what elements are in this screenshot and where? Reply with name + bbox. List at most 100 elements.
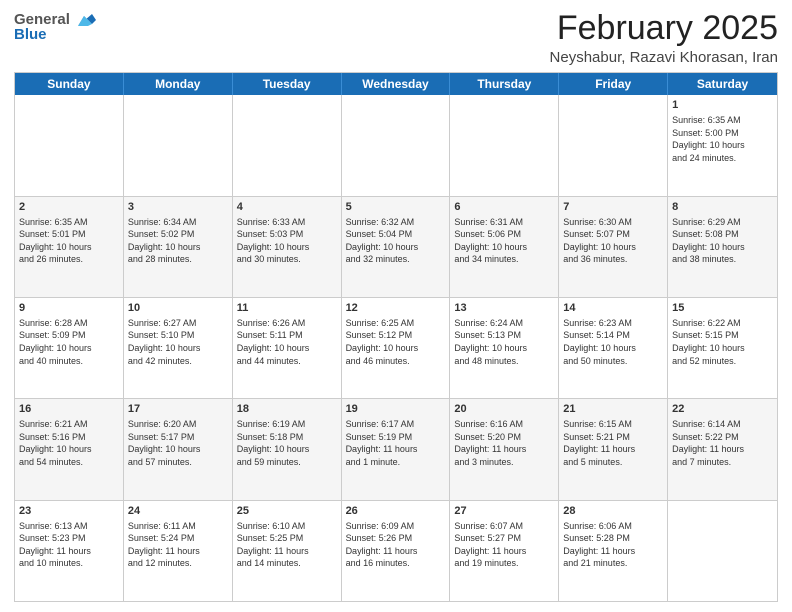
cell-info: Sunrise: 6:17 AM Sunset: 5:19 PM Dayligh…	[346, 419, 418, 467]
day-number: 3	[128, 200, 228, 215]
day-number: 2	[19, 200, 119, 215]
cal-cell-w3-d1: 17 Sunrise: 6:20 AM Sunset: 5:17 PM Dayli…	[124, 399, 233, 499]
calendar: SundayMondayTuesdayWednesdayThursdayFrid…	[14, 72, 778, 602]
cal-cell-w1-d6: 8Sunrise: 6:29 AM Sunset: 5:08 PM Daylig…	[668, 197, 777, 297]
logo-general: General	[14, 11, 70, 28]
cell-info: Sunrise: 6:10 AM Sunset: 5:25 PM Dayligh…	[237, 521, 309, 569]
logo: General Blue	[14, 10, 96, 44]
cal-cell-w4-d6	[668, 501, 777, 601]
day-number: 4	[237, 200, 337, 215]
cal-cell-w4-d2: 25 Sunrise: 6:10 AM Sunset: 5:25 PM Dayli…	[233, 501, 342, 601]
cal-cell-w2-d5: 14 Sunrise: 6:23 AM Sunset: 5:14 PM Dayli…	[559, 298, 668, 398]
cell-info: Sunrise: 6:27 AM Sunset: 5:10 PM Dayligh…	[128, 318, 201, 366]
logo-icon	[74, 10, 96, 28]
day-number: 9	[19, 301, 119, 316]
cal-cell-w1-d3: 5 Sunrise: 6:32 AM Sunset: 5:04 PM Daylig…	[342, 197, 451, 297]
cal-cell-w1-d1: 3Sunrise: 6:34 AM Sunset: 5:02 PM Daylig…	[124, 197, 233, 297]
day-number: 11	[237, 301, 337, 316]
cal-cell-w3-d6: 22Sunrise: 6:14 AM Sunset: 5:22 PM Dayli…	[668, 399, 777, 499]
cell-info: Sunrise: 6:19 AM Sunset: 5:18 PM Dayligh…	[237, 419, 310, 467]
header-day-sunday: Sunday	[15, 73, 124, 95]
day-number: 22	[672, 402, 773, 417]
cal-cell-w0-d3	[342, 95, 451, 195]
header-day-tuesday: Tuesday	[233, 73, 342, 95]
day-number: 25	[237, 504, 337, 519]
cal-cell-w0-d5	[559, 95, 668, 195]
cal-cell-w2-d0: 9 Sunrise: 6:28 AM Sunset: 5:09 PM Daylig…	[15, 298, 124, 398]
day-number: 6	[454, 200, 554, 215]
header-day-wednesday: Wednesday	[342, 73, 451, 95]
day-number: 24	[128, 504, 228, 519]
cal-cell-w1-d4: 6 Sunrise: 6:31 AM Sunset: 5:06 PM Daylig…	[450, 197, 559, 297]
day-number: 28	[563, 504, 663, 519]
cal-cell-w2-d2: 11 Sunrise: 6:26 AM Sunset: 5:11 PM Dayli…	[233, 298, 342, 398]
cal-cell-w1-d5: 7 Sunrise: 6:30 AM Sunset: 5:07 PM Daylig…	[559, 197, 668, 297]
cell-info: Sunrise: 6:35 AM Sunset: 5:01 PM Dayligh…	[19, 217, 92, 265]
cal-cell-w0-d4	[450, 95, 559, 195]
cell-info: Sunrise: 6:23 AM Sunset: 5:14 PM Dayligh…	[563, 318, 636, 366]
header-day-saturday: Saturday	[668, 73, 777, 95]
cell-info: Sunrise: 6:35 AM Sunset: 5:00 PM Dayligh…	[672, 115, 745, 163]
calendar-title: February 2025	[550, 10, 778, 47]
day-number: 10	[128, 301, 228, 316]
cell-info: Sunrise: 6:20 AM Sunset: 5:17 PM Dayligh…	[128, 419, 201, 467]
calendar-body: 1 Sunrise: 6:35 AM Sunset: 5:00 PM Daylig…	[15, 95, 777, 601]
cell-info: Sunrise: 6:31 AM Sunset: 5:06 PM Dayligh…	[454, 217, 527, 265]
week-row-0: 1 Sunrise: 6:35 AM Sunset: 5:00 PM Daylig…	[15, 95, 777, 196]
cell-info: Sunrise: 6:09 AM Sunset: 5:26 PM Dayligh…	[346, 521, 418, 569]
day-number: 7	[563, 200, 663, 215]
cell-info: Sunrise: 6:33 AM Sunset: 5:03 PM Dayligh…	[237, 217, 310, 265]
day-number: 19	[346, 402, 446, 417]
day-number: 17	[128, 402, 228, 417]
header-day-thursday: Thursday	[450, 73, 559, 95]
cal-cell-w0-d6: 1 Sunrise: 6:35 AM Sunset: 5:00 PM Daylig…	[668, 95, 777, 195]
day-number: 18	[237, 402, 337, 417]
cell-info: Sunrise: 6:29 AM Sunset: 5:08 PM Dayligh…	[672, 217, 745, 265]
header-day-friday: Friday	[559, 73, 668, 95]
cal-cell-w2-d1: 10 Sunrise: 6:27 AM Sunset: 5:10 PM Dayli…	[124, 298, 233, 398]
day-number: 26	[346, 504, 446, 519]
calendar-header: SundayMondayTuesdayWednesdayThursdayFrid…	[15, 73, 777, 95]
day-number: 16	[19, 402, 119, 417]
day-number: 1	[672, 98, 773, 113]
cal-cell-w0-d2	[233, 95, 342, 195]
day-number: 12	[346, 301, 446, 316]
cell-info: Sunrise: 6:15 AM Sunset: 5:21 PM Dayligh…	[563, 419, 635, 467]
cell-info: Sunrise: 6:16 AM Sunset: 5:20 PM Dayligh…	[454, 419, 526, 467]
cal-cell-w3-d4: 20 Sunrise: 6:16 AM Sunset: 5:20 PM Dayli…	[450, 399, 559, 499]
header: General Blue February 2025 Neyshabur, Ra…	[14, 10, 778, 66]
cell-info: Sunrise: 6:06 AM Sunset: 5:28 PM Dayligh…	[563, 521, 635, 569]
day-number: 21	[563, 402, 663, 417]
cell-info: Sunrise: 6:30 AM Sunset: 5:07 PM Dayligh…	[563, 217, 636, 265]
cal-cell-w1-d0: 2 Sunrise: 6:35 AM Sunset: 5:01 PM Daylig…	[15, 197, 124, 297]
day-number: 15	[672, 301, 773, 316]
cal-cell-w2-d3: 12Sunrise: 6:25 AM Sunset: 5:12 PM Dayli…	[342, 298, 451, 398]
title-area: February 2025 Neyshabur, Razavi Khorasan…	[550, 10, 778, 66]
cal-cell-w2-d4: 13Sunrise: 6:24 AM Sunset: 5:13 PM Dayli…	[450, 298, 559, 398]
header-day-monday: Monday	[124, 73, 233, 95]
cell-info: Sunrise: 6:32 AM Sunset: 5:04 PM Dayligh…	[346, 217, 419, 265]
page: General Blue February 2025 Neyshabur, Ra…	[0, 0, 792, 612]
day-number: 14	[563, 301, 663, 316]
week-row-2: 9 Sunrise: 6:28 AM Sunset: 5:09 PM Daylig…	[15, 298, 777, 399]
day-number: 5	[346, 200, 446, 215]
cal-cell-w3-d3: 19 Sunrise: 6:17 AM Sunset: 5:19 PM Dayli…	[342, 399, 451, 499]
cell-info: Sunrise: 6:22 AM Sunset: 5:15 PM Dayligh…	[672, 318, 745, 366]
cell-info: Sunrise: 6:26 AM Sunset: 5:11 PM Dayligh…	[237, 318, 310, 366]
week-row-4: 23Sunrise: 6:13 AM Sunset: 5:23 PM Dayli…	[15, 501, 777, 601]
cal-cell-w4-d5: 28 Sunrise: 6:06 AM Sunset: 5:28 PM Dayli…	[559, 501, 668, 601]
day-number: 13	[454, 301, 554, 316]
week-row-1: 2 Sunrise: 6:35 AM Sunset: 5:01 PM Daylig…	[15, 197, 777, 298]
cell-info: Sunrise: 6:28 AM Sunset: 5:09 PM Dayligh…	[19, 318, 92, 366]
cal-cell-w4-d0: 23Sunrise: 6:13 AM Sunset: 5:23 PM Dayli…	[15, 501, 124, 601]
cell-info: Sunrise: 6:07 AM Sunset: 5:27 PM Dayligh…	[454, 521, 526, 569]
cal-cell-w0-d0	[15, 95, 124, 195]
cal-cell-w3-d2: 18 Sunrise: 6:19 AM Sunset: 5:18 PM Dayli…	[233, 399, 342, 499]
cal-cell-w0-d1	[124, 95, 233, 195]
cal-cell-w3-d0: 16Sunrise: 6:21 AM Sunset: 5:16 PM Dayli…	[15, 399, 124, 499]
cal-cell-w4-d1: 24Sunrise: 6:11 AM Sunset: 5:24 PM Dayli…	[124, 501, 233, 601]
day-number: 23	[19, 504, 119, 519]
day-number: 27	[454, 504, 554, 519]
day-number: 20	[454, 402, 554, 417]
logo-blue: Blue	[14, 26, 47, 43]
